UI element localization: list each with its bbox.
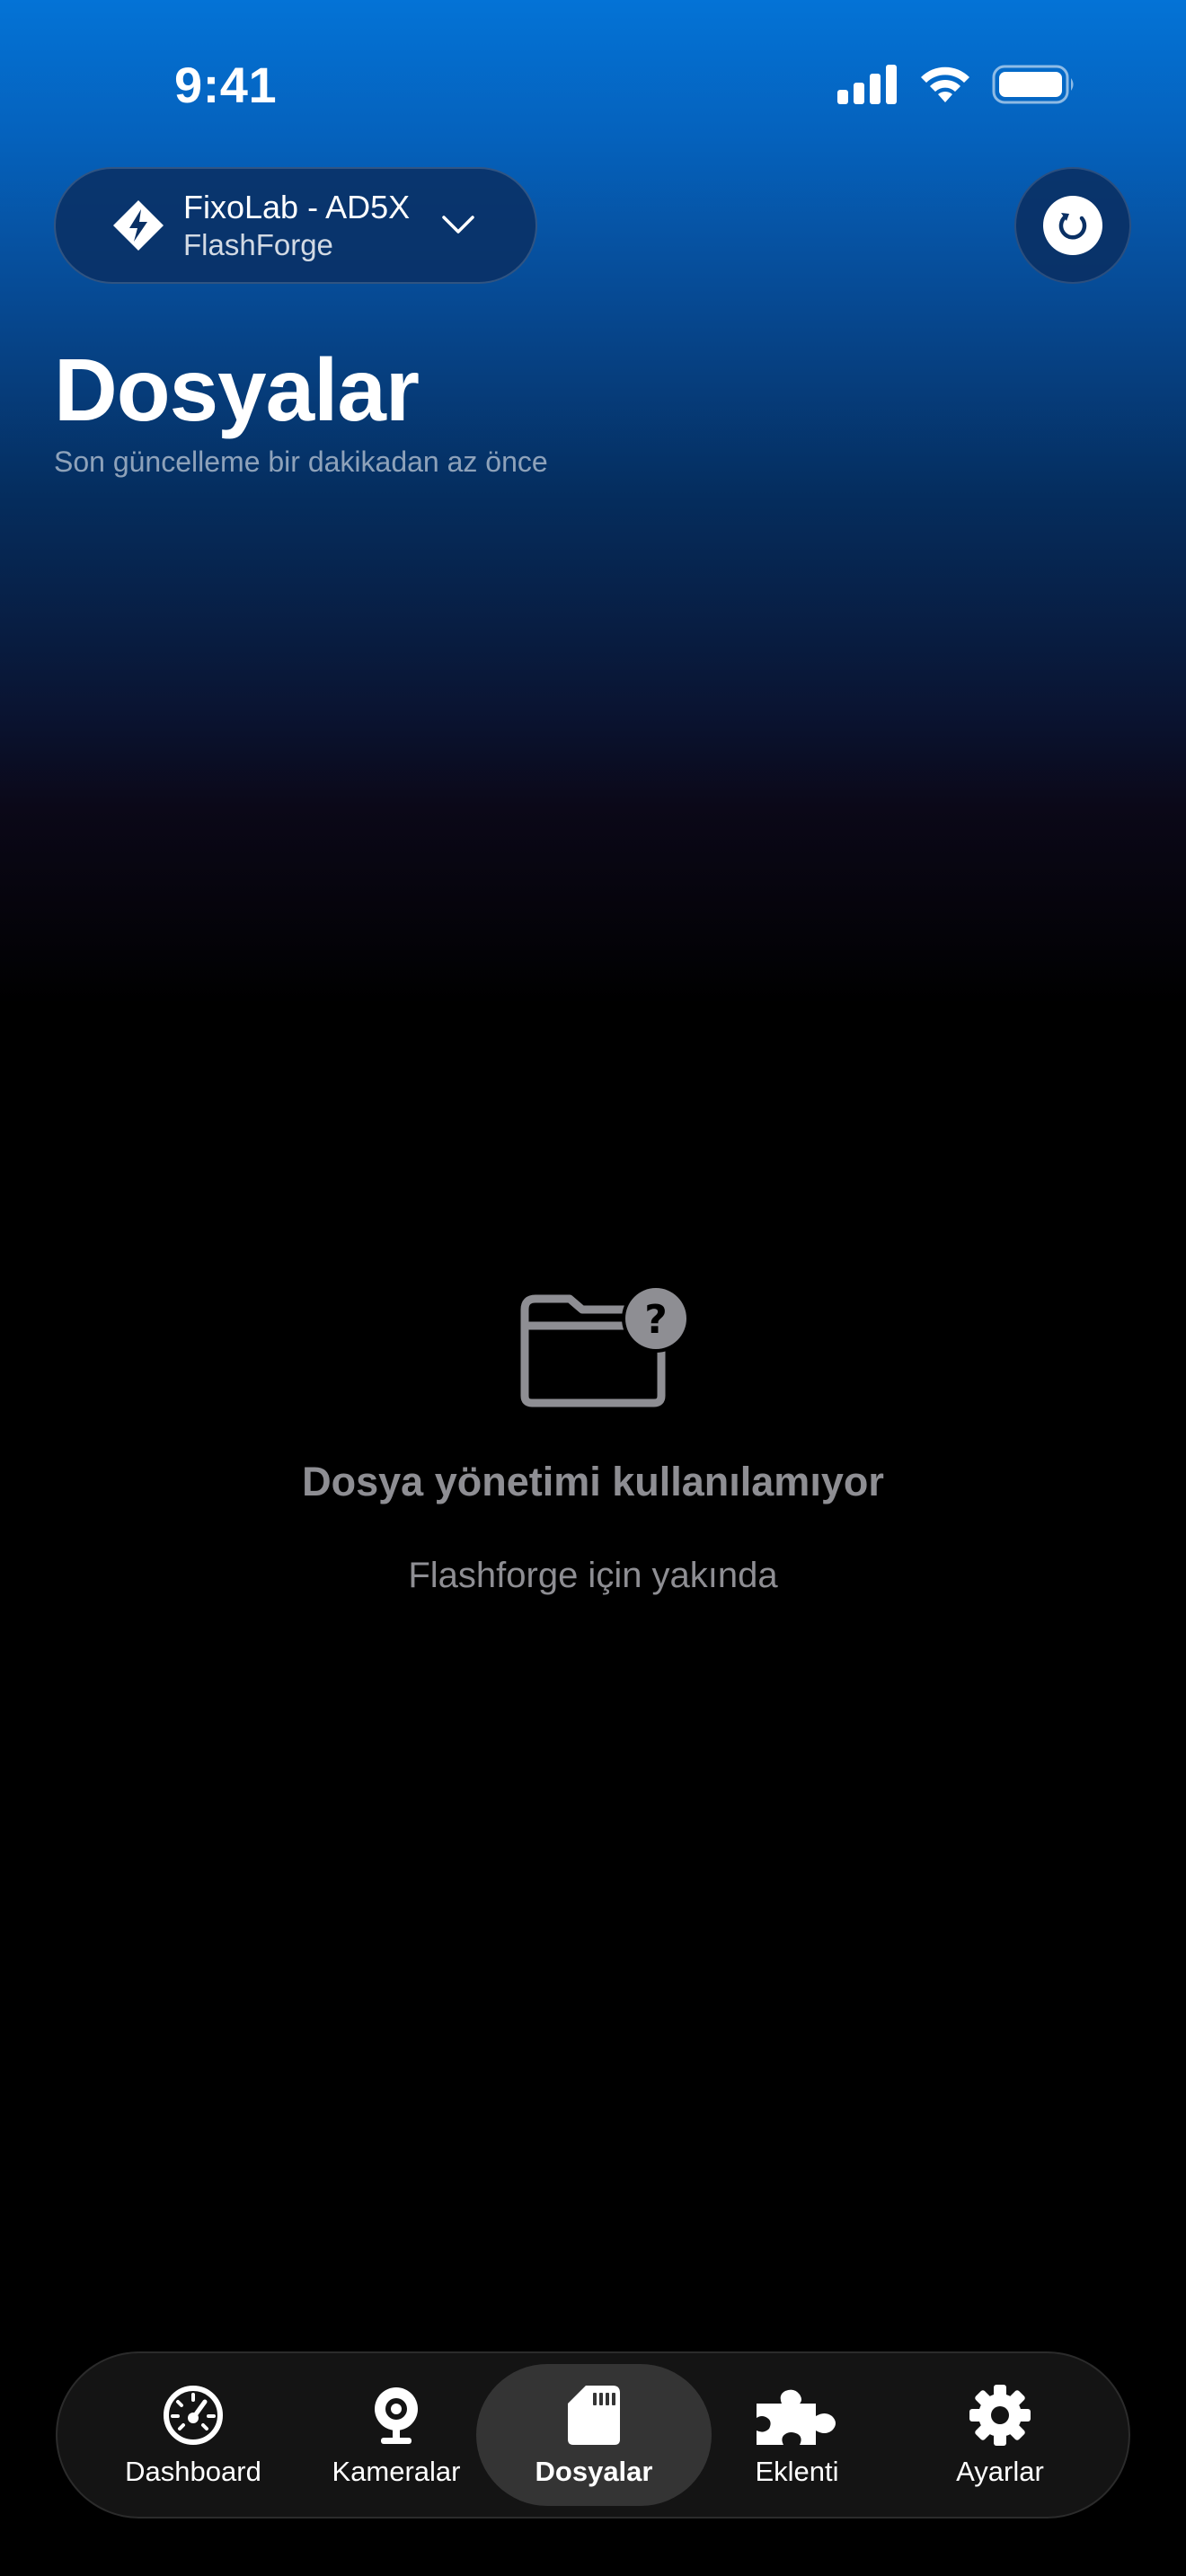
empty-state-title: Dosya yönetimi kullanılamıyor	[302, 1459, 884, 1504]
printer-name: FixoLab - AD5X	[183, 189, 411, 225]
last-updated-label: Son güncelleme bir dakikadan az önce	[54, 446, 548, 478]
flashforge-logo-icon	[113, 200, 164, 251]
tab-label: Dashboard	[125, 2456, 261, 2487]
tab-dashboard[interactable]: Dashboard	[75, 2364, 311, 2506]
wifi-icon	[921, 66, 969, 102]
sd-card-icon	[568, 2386, 620, 2445]
page-title: Dosyalar	[54, 340, 420, 439]
refresh-icon-wrapper	[1043, 196, 1102, 255]
tab-bar: Dashboard Kameralar Dosyalar Eklenti Aya…	[56, 2351, 1130, 2519]
refresh-icon	[1058, 213, 1087, 240]
chevron-down-icon	[442, 216, 474, 234]
tab-label: Ayarlar	[956, 2456, 1044, 2487]
printer-brand: FlashForge	[183, 228, 333, 261]
tab-label: Eklenti	[755, 2456, 839, 2487]
webcam-icon	[375, 2387, 418, 2444]
tab-ayarlar[interactable]: Ayarlar	[882, 2364, 1118, 2506]
empty-state-subtitle: Flashforge için yakında	[408, 1556, 778, 1595]
speedometer-icon	[164, 2386, 223, 2445]
status-icons	[837, 65, 1076, 104]
refresh-button[interactable]	[1014, 167, 1131, 284]
cellular-signal-icon	[837, 65, 897, 104]
printer-selector[interactable]: FixoLab - AD5X FlashForge	[54, 167, 537, 284]
tab-dosyalar[interactable]: Dosyalar	[476, 2364, 712, 2506]
svg-text:?: ?	[644, 1297, 668, 1343]
status-time: 9:41	[174, 57, 278, 113]
printer-text: FixoLab - AD5X FlashForge	[183, 189, 410, 264]
tab-label: Dosyalar	[535, 2456, 653, 2487]
folder-question-icon: ?	[520, 1284, 690, 1407]
tab-eklenti[interactable]: Eklenti	[679, 2364, 915, 2506]
battery-icon	[992, 65, 1074, 104]
puzzle-icon	[757, 2389, 836, 2445]
gear-icon	[969, 2385, 1031, 2446]
